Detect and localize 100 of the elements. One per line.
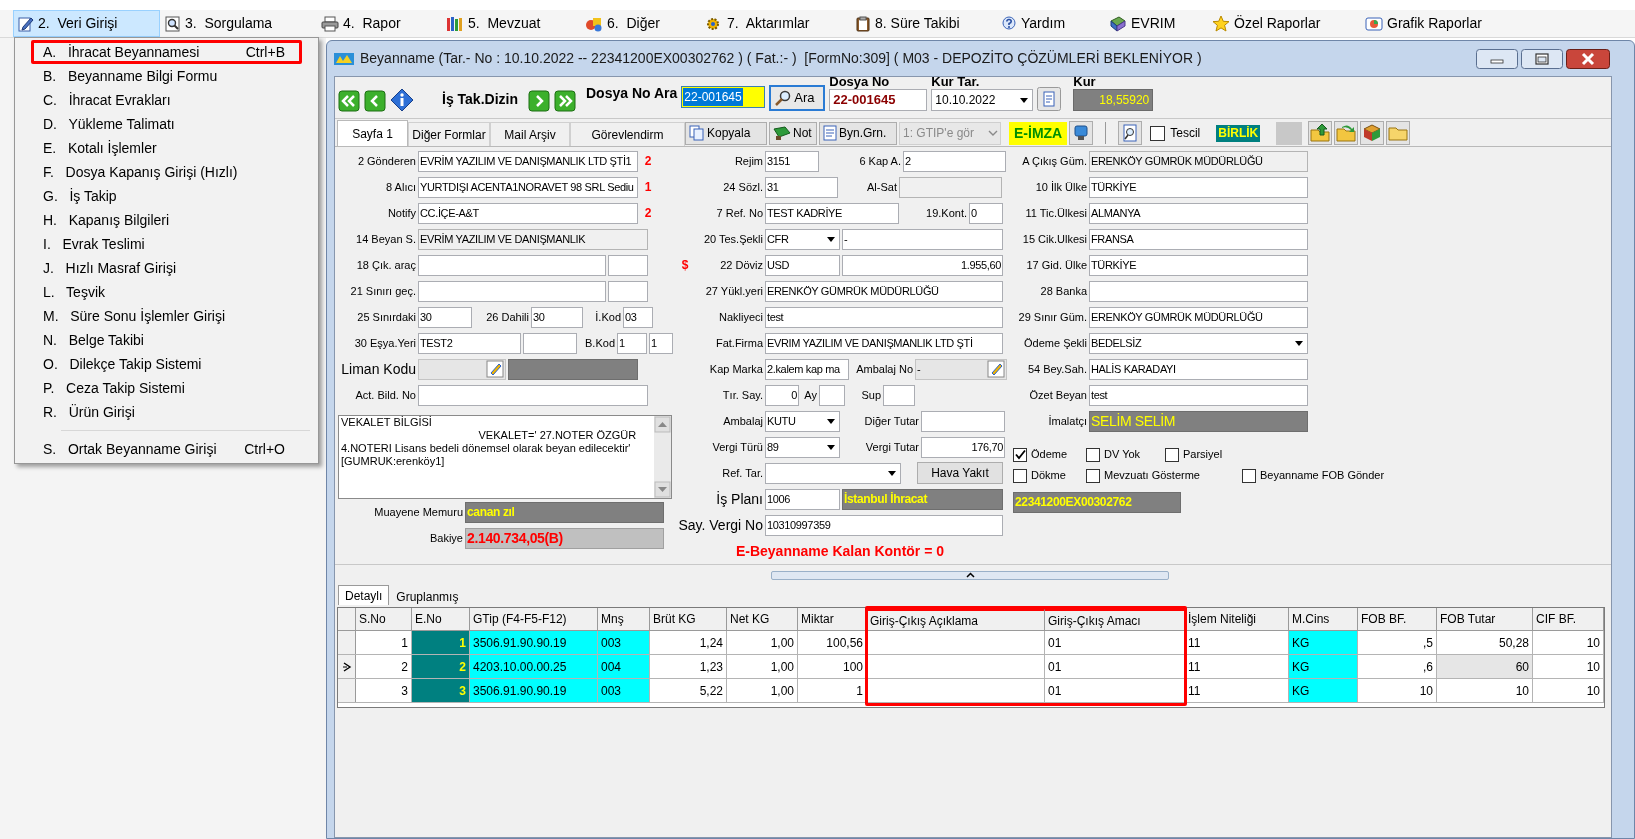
minimize-button[interactable]: [1476, 48, 1518, 69]
input-field[interactable]: [819, 384, 845, 406]
menu-entry[interactable]: S. Ortak Beyanname Girişi Ctrl+O: [31, 437, 302, 461]
input-field[interactable]: 176,70: [921, 436, 1005, 458]
input-field[interactable]: 1.955,60: [842, 254, 1003, 276]
menu-entry[interactable]: B. Beyanname Bilgi Formu: [31, 64, 302, 88]
toolbar-button[interactable]: Not: [769, 121, 817, 145]
input-field[interactable]: 2.kalem kap ma: [765, 358, 849, 380]
checkbox[interactable]: [1242, 468, 1256, 483]
chevron-left-button[interactable]: [364, 90, 386, 112]
menu-entry[interactable]: M. Süre Sonu İşlemler Girişi: [31, 304, 302, 328]
column-header[interactable]: FOB Tutar: [1437, 608, 1533, 630]
input-field[interactable]: TEST2: [418, 332, 521, 354]
picker-field[interactable]: [418, 358, 506, 380]
input-field[interactable]: 30: [418, 306, 472, 328]
column-header[interactable]: İşlem Niteliği: [1185, 608, 1289, 630]
input-field[interactable]: 2: [903, 150, 1006, 172]
checkbox[interactable]: [1086, 447, 1100, 462]
column-header[interactable]: Brüt KG: [650, 608, 727, 630]
picker-field[interactable]: -: [915, 358, 1007, 380]
tab[interactable]: Diğer Formlar: [408, 122, 490, 146]
input-field[interactable]: ERENKÖY GÜMRÜK MÜDÜRLÜĞÜ: [1089, 150, 1308, 172]
menu-item[interactable]: EVRIM: [1104, 10, 1207, 37]
input-field[interactable]: 31: [765, 176, 838, 198]
close-button[interactable]: [1566, 48, 1610, 69]
input-field[interactable]: CC.İÇE-A&T: [418, 202, 638, 224]
tab[interactable]: Detaylı: [338, 585, 390, 605]
input-field[interactable]: [608, 280, 648, 302]
combo-box[interactable]: KUTU: [765, 410, 840, 432]
column-header[interactable]: E.No: [412, 608, 470, 630]
column-header[interactable]: S.No: [356, 608, 412, 630]
input-field[interactable]: FRANSA: [1089, 228, 1308, 250]
input-field[interactable]: -: [842, 228, 1003, 250]
menu-item[interactable]: 6. Diğer: [580, 10, 700, 37]
menu-item[interactable]: Yardım: [996, 10, 1104, 37]
column-header[interactable]: GTip (F4-F5-F12): [470, 608, 598, 630]
menu-entry[interactable]: L. Teşvik: [31, 280, 302, 304]
input-field[interactable]: HALİS KARADAYI: [1089, 358, 1308, 380]
input-field[interactable]: 03: [623, 306, 653, 328]
input-field[interactable]: [418, 254, 606, 276]
column-header[interactable]: Giriş-Çıkış Amacı: [1045, 608, 1185, 630]
menu-item[interactable]: 5. Mevzuat: [441, 10, 580, 37]
column-header[interactable]: Mnş: [598, 608, 650, 630]
info-button[interactable]: [390, 88, 414, 112]
menu-item[interactable]: 8. Süre Takibi: [850, 10, 996, 37]
combo-box[interactable]: [765, 462, 901, 484]
menu-entry[interactable]: R. Ürün Girişi: [31, 400, 302, 424]
column-header[interactable]: Giriş-Çıkış Açıklama: [867, 608, 1045, 630]
input-field[interactable]: 3151: [765, 150, 819, 172]
package-button[interactable]: [1360, 121, 1385, 145]
input-field[interactable]: [899, 176, 1002, 198]
column-header[interactable]: M.Cins: [1289, 608, 1358, 630]
toolbar-button[interactable]: Byn.Grn.: [819, 121, 897, 145]
maximize-button[interactable]: [1521, 48, 1563, 69]
toolbar-button[interactable]: Kopyala: [685, 121, 767, 145]
input-field[interactable]: EVRIM YAZILIM VE DANIŞMANLIK LTD ŞTİ: [765, 332, 1003, 354]
input-field[interactable]: ALMANYA: [1089, 202, 1308, 224]
input-field[interactable]: YURTDIŞI ACENTA1NORAVET 98 SRL Sediu: [418, 176, 638, 198]
folder-icon-button[interactable]: [1386, 121, 1411, 145]
menu-entry[interactable]: G. İş Takip: [31, 184, 302, 208]
document-button[interactable]: [1037, 87, 1062, 111]
splitter-handle[interactable]: [771, 570, 1169, 580]
menu-entry[interactable]: I. Evrak Teslimi: [31, 232, 302, 256]
input-field[interactable]: [418, 280, 606, 302]
button[interactable]: Hava Yakıt: [917, 462, 1003, 484]
menu-entry[interactable]: P. Ceza Takip Sistemi: [31, 376, 302, 400]
checkbox[interactable]: [1086, 468, 1100, 483]
column-header[interactable]: Miktar: [798, 608, 867, 630]
checkbox[interactable]: [1165, 447, 1179, 462]
combo-box[interactable]: CFR: [765, 228, 840, 250]
double-chevron-right-button[interactable]: [554, 90, 576, 112]
input-field[interactable]: 10310997359: [765, 514, 1003, 536]
column-header[interactable]: FOB BF.: [1358, 608, 1437, 630]
tab[interactable]: Mail Arşiv: [490, 122, 570, 146]
menu-entry[interactable]: A. İhracat Beyannamesi Ctrl+B: [31, 40, 302, 64]
input-field[interactable]: TÜRKİYE: [1089, 254, 1308, 276]
column-header[interactable]: Net KG: [727, 608, 798, 630]
menu-entry[interactable]: F. Dosya Kapanış Girişi (Hızlı): [31, 160, 302, 184]
file-number-field[interactable]: 22-001645: [829, 89, 928, 111]
date-combo[interactable]: 10.10.2022: [931, 89, 1034, 111]
input-field[interactable]: TEST KADRİYE: [765, 202, 899, 224]
monitor-button[interactable]: [1069, 121, 1094, 145]
input-field[interactable]: EVRİM YAZILIM VE DANIŞMANLIK: [418, 228, 648, 250]
menu-item[interactable]: 2. Veri Girişi: [13, 10, 160, 37]
menu-item[interactable]: Özel Raporlar: [1207, 10, 1360, 37]
row-header[interactable]: [338, 655, 356, 678]
folder-up-arrow-button[interactable]: [1308, 121, 1333, 145]
menu-item[interactable]: Grafik Raporlar: [1360, 10, 1500, 37]
checkbox[interactable]: [1013, 447, 1027, 462]
input-field[interactable]: ERENKÖY GÜMRÜK MÜDÜRLÜĞÜ: [1089, 306, 1308, 328]
tab[interactable]: Görevlendirm: [570, 122, 685, 146]
input-field[interactable]: EVRİM YAZILIM VE DANIŞMANLIK LTD ŞTİ1: [418, 150, 638, 172]
checkbox[interactable]: [1013, 468, 1027, 483]
input-field[interactable]: [921, 410, 1005, 432]
checkbox[interactable]: [1150, 125, 1166, 141]
column-header[interactable]: CIF BF.: [1533, 608, 1604, 630]
tab[interactable]: Sayfa 1: [337, 120, 408, 146]
input-field[interactable]: [883, 384, 915, 406]
search-field[interactable]: 22-001645: [681, 86, 766, 108]
menu-item[interactable]: 3. Sorgulama: [160, 10, 316, 37]
